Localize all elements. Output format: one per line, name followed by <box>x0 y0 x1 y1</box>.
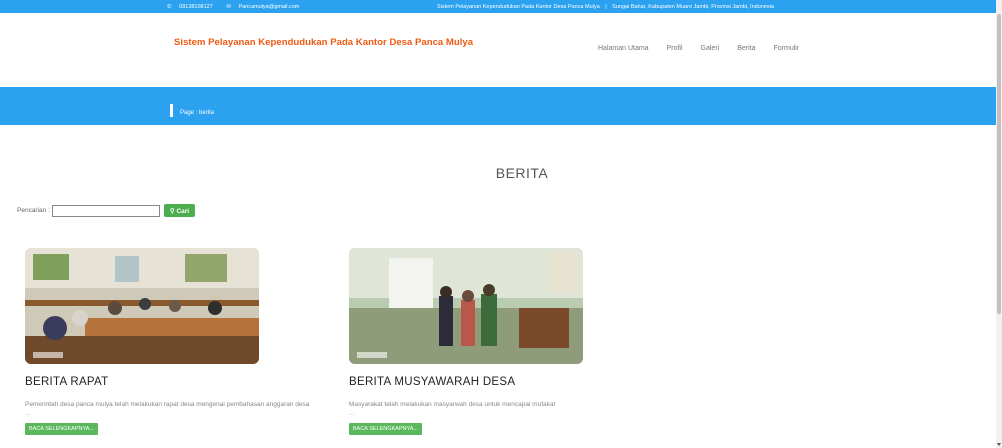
menu-item-halaman-utama[interactable]: Halaman Utama <box>598 45 649 52</box>
phone-contact: ✆ 08138108127 <box>167 4 219 10</box>
news-ellipsis: ... <box>25 411 31 417</box>
news-card: BERITA MUSYAWARAH DESA Masyarakat telah … <box>349 248 655 435</box>
site-brand[interactable]: Sistem Pelayanan Kependudukan Pada Kanto… <box>174 37 473 48</box>
main-navbar: Sistem Pelayanan Kependudukan Pada Kanto… <box>0 13 996 87</box>
news-ellipsis: ... <box>349 411 355 417</box>
scrollbar-thumb[interactable] <box>997 14 1001 314</box>
banner-accent-bar <box>170 104 173 117</box>
search-label: Pencarian : <box>17 207 50 214</box>
menu-item-formulir[interactable]: Formulir <box>774 45 800 52</box>
site-address: Sistem Pelayanan Kependudukan Pada Kanto… <box>437 4 774 10</box>
email-text: Pancamulya@gmail.com <box>238 4 300 10</box>
menu-item-berita[interactable]: Berita <box>737 45 755 52</box>
email-contact: ✉ Pancamulya@gmail.com <box>226 4 305 10</box>
ceremony-photo <box>349 248 583 364</box>
page-heading-text: BERITA <box>495 165 549 181</box>
topbar-site-name: Sistem Pelayanan Kependudukan Pada Kanto… <box>437 4 600 10</box>
topbar-address: Sungai Bahar, Kabupaten Muaro Jambi, Pro… <box>612 4 774 10</box>
search-icon: ⚲ <box>169 207 175 215</box>
page-label: Page : berita <box>180 110 215 116</box>
contact-info: ✆ 08138108127 ✉ Pancamulya@gmail.com <box>167 4 311 10</box>
scroll-down-icon[interactable] <box>997 443 1001 446</box>
search-input[interactable] <box>51 204 160 217</box>
page-banner: Page : berita <box>0 87 996 125</box>
meeting-photo <box>25 248 259 364</box>
envelope-icon: ✉ <box>226 4 231 10</box>
news-description: Pemerintah desa panca mulya telah melaku… <box>25 401 310 408</box>
news-title[interactable]: BERITA MUSYAWARAH DESA <box>349 376 655 388</box>
topbar-separator: | <box>605 4 607 10</box>
news-description: Masyarakat telah melakukan masyarwah des… <box>349 401 556 408</box>
top-info-bar: ✆ 08138108127 ✉ Pancamulya@gmail.com Sis… <box>0 0 996 13</box>
page-heading: BERITA <box>0 165 996 181</box>
news-image[interactable] <box>25 248 259 364</box>
menu-item-profil[interactable]: Profil <box>667 45 683 52</box>
news-card: BERITA RAPAT Pemerintah desa panca mulya… <box>25 248 331 435</box>
search-button-label: Cari <box>176 207 190 215</box>
phone-icon: ✆ <box>167 4 172 10</box>
news-title[interactable]: BERITA RAPAT <box>25 376 331 388</box>
search-form: Pencarian : ⚲ Cari <box>17 204 196 217</box>
read-more-button[interactable]: BACA SELENGKAPNYA... <box>349 423 423 435</box>
phone-text: 08138108127 <box>179 4 213 10</box>
vertical-scrollbar[interactable] <box>996 0 1002 448</box>
read-more-button[interactable]: BACA SELENGKAPNYA... <box>25 423 99 435</box>
news-image[interactable] <box>349 248 583 364</box>
menu-item-galeri[interactable]: Galeri <box>701 45 720 52</box>
main-menu: Halaman Utama Profil Galeri Berita Formu… <box>598 45 799 52</box>
search-button[interactable]: ⚲ Cari <box>163 204 196 217</box>
